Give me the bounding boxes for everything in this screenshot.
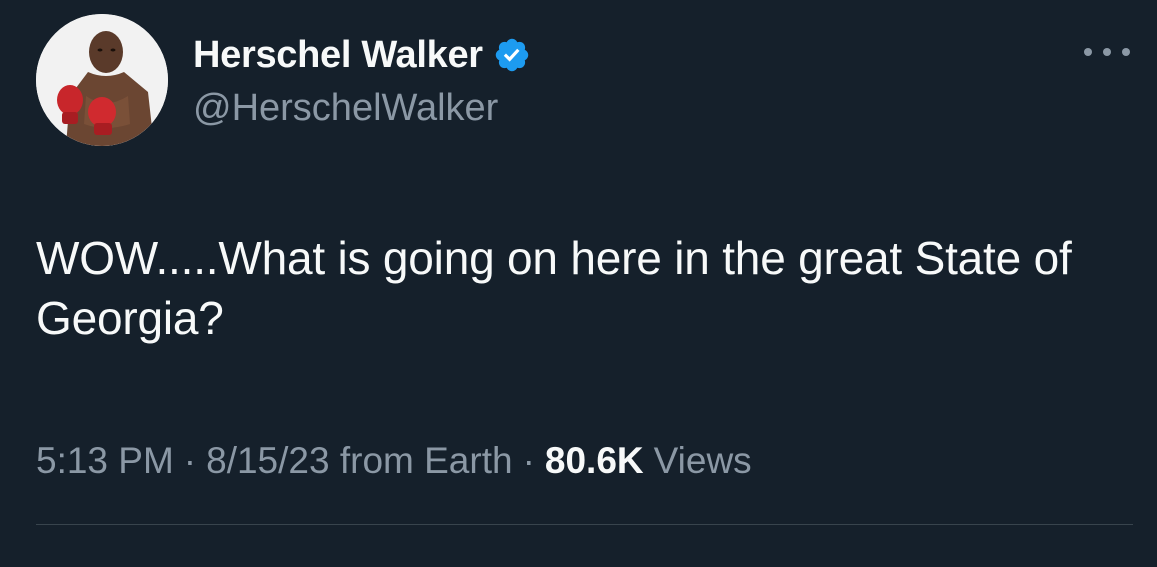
views-count[interactable]: 80.6K	[545, 440, 644, 482]
tweet-date-source[interactable]: 8/15/23 from Earth	[206, 440, 512, 482]
author-name-row: Herschel Walker	[193, 32, 531, 78]
tweet-time[interactable]: 5:13 PM	[36, 440, 174, 482]
verified-badge-icon[interactable]	[493, 36, 531, 74]
more-dot	[1084, 48, 1092, 56]
views-label[interactable]: Views	[654, 440, 752, 482]
meta-separator: ·	[183, 440, 197, 481]
tweet-detail: Herschel Walker @HerschelWalker WOW.....…	[0, 0, 1157, 567]
avatar-image	[36, 14, 168, 146]
tweet-text: WOW.....What is going on here in the gre…	[36, 232, 1072, 344]
more-dot	[1103, 48, 1111, 56]
more-dot	[1122, 48, 1130, 56]
author-handle[interactable]: @HerschelWalker	[193, 87, 498, 130]
more-options-icon[interactable]	[1084, 42, 1130, 62]
divider	[36, 524, 1133, 525]
meta-separator: ·	[522, 440, 535, 481]
tweet-metadata: 5:13 PM · 8/15/23 from Earth · 80.6K Vie…	[36, 440, 752, 482]
avatar[interactable]	[36, 14, 168, 146]
author-display-name[interactable]: Herschel Walker	[193, 34, 483, 77]
